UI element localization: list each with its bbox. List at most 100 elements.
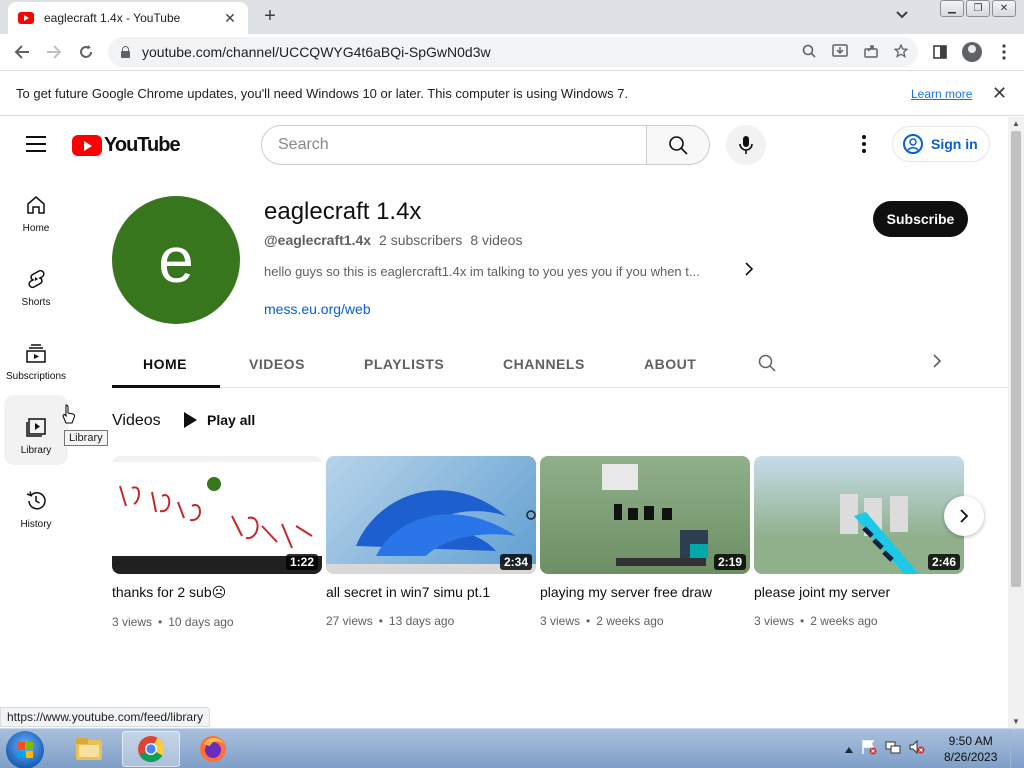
share-icon[interactable] (864, 44, 878, 61)
library-icon (24, 415, 48, 439)
reload-icon[interactable] (70, 36, 102, 68)
video-card[interactable]: 1:22 thanks for 2 sub☹ 3 views • 10 days … (112, 456, 322, 629)
video-thumbnail[interactable]: 2:34 (326, 456, 536, 574)
video-title[interactable]: please joint my server (754, 584, 964, 600)
new-tab-button[interactable]: + (258, 4, 282, 28)
browser-tab[interactable]: eaglecraft 1.4x - YouTube ✕ (8, 2, 248, 34)
minimize-button[interactable]: ▁ (940, 0, 964, 17)
bookmark-star-icon[interactable] (893, 43, 909, 61)
toolbar-right (930, 36, 1014, 68)
meta-dot: • (158, 615, 163, 629)
scroll-down-arrow-icon[interactable]: ▼ (1008, 717, 1024, 726)
channel-avatar: e (112, 196, 240, 324)
video-meta: 3 views • 2 weeks ago (754, 614, 964, 628)
video-thumbnail[interactable]: 1:22 (112, 456, 322, 574)
guide-label-history: History (20, 519, 52, 530)
video-meta: 3 views • 10 days ago (112, 615, 322, 629)
youtube-masthead: YouTube Search Sign in (0, 117, 1008, 173)
description-more-chevron-icon[interactable] (744, 262, 754, 281)
tray-expand-icon[interactable] (845, 742, 853, 756)
tab-home[interactable]: HOME (143, 356, 187, 372)
meta-dot: • (378, 614, 383, 628)
omnibox-icons (802, 43, 909, 61)
video-title[interactable]: all secret in win7 simu pt.1 (326, 584, 536, 600)
video-age: 2 weeks ago (810, 614, 878, 628)
tab-close-icon[interactable]: ✕ (222, 10, 238, 27)
play-all-button[interactable]: Play all (184, 412, 255, 428)
side-panel-icon[interactable] (930, 36, 950, 68)
guide-item-home[interactable]: Home (4, 173, 68, 243)
video-title[interactable]: playing my server free draw (540, 584, 750, 600)
tabs-scroll-right-chevron-icon[interactable] (932, 354, 942, 373)
url-text[interactable]: youtube.com/channel/UCCQWYG4t6aBQi-SpGwN… (142, 44, 491, 60)
guide-item-shorts[interactable]: Shorts (4, 247, 68, 317)
infobar-close-icon[interactable]: ✕ (992, 83, 1007, 104)
channel-link[interactable]: mess.eu.org/web (264, 301, 371, 317)
tab-playlists[interactable]: PLAYLISTS (364, 356, 444, 372)
forward-arrow-icon[interactable] (38, 36, 70, 68)
menu-hamburger-icon[interactable] (26, 136, 46, 152)
channel-search-icon[interactable] (758, 354, 776, 372)
video-age: 13 days ago (388, 614, 455, 628)
guide-item-subscriptions[interactable]: Subscriptions (4, 321, 68, 391)
search-button[interactable] (646, 125, 710, 165)
learn-more-link[interactable]: Learn more (911, 87, 972, 101)
network-icon[interactable] (885, 739, 901, 758)
meta-dot: • (586, 614, 591, 628)
subscribe-button[interactable]: Subscribe (873, 201, 968, 237)
scrollbar-thumb[interactable] (1011, 131, 1021, 587)
install-app-icon[interactable] (832, 44, 848, 61)
zoom-search-icon[interactable] (802, 44, 816, 61)
tab-about[interactable]: ABOUT (644, 356, 696, 372)
video-card[interactable]: 2:19 playing my server free draw 3 views… (540, 456, 750, 628)
settings-kebab-icon[interactable] (856, 135, 872, 155)
youtube-play-logo-icon (72, 135, 102, 156)
taskbar-clock[interactable]: 9:50 AM 8/26/2023 (944, 733, 997, 765)
sign-in-label: Sign in (931, 136, 978, 152)
account-circle-icon (903, 134, 923, 154)
video-card[interactable]: 2:46 please joint my server 3 views • 2 w… (754, 456, 964, 628)
youtube-logo-text: YouTube (104, 134, 181, 156)
home-icon (24, 193, 48, 217)
action-center-flag-icon[interactable] (861, 739, 877, 758)
chrome-icon (138, 736, 165, 763)
taskbar-explorer[interactable] (60, 731, 118, 767)
sign-in-button[interactable]: Sign in (892, 126, 990, 162)
taskbar-firefox[interactable] (184, 731, 242, 767)
video-views: 3 views (754, 614, 795, 628)
shelf-title[interactable]: Videos (112, 412, 161, 430)
tab-search-chevron-icon[interactable] (896, 8, 908, 22)
video-duration: 1:22 (285, 554, 318, 570)
video-card[interactable]: 2:34 all secret in win7 simu pt.1 27 vie… (326, 456, 536, 628)
voice-search-button[interactable] (726, 125, 766, 165)
video-meta: 27 views • 13 days ago (326, 614, 536, 628)
shelf-next-chevron-icon[interactable] (944, 496, 984, 536)
volume-muted-icon[interactable] (909, 739, 925, 758)
chrome-menu-icon[interactable] (994, 36, 1014, 68)
video-thumbnail[interactable]: 2:19 (540, 456, 750, 574)
close-window-button[interactable]: ✕ (992, 0, 1016, 17)
address-bar[interactable]: youtube.com/channel/UCCQWYG4t6aBQi-SpGwN… (108, 37, 918, 67)
restore-button[interactable]: ❐ (966, 0, 990, 17)
tab-channels[interactable]: CHANNELS (503, 356, 585, 372)
back-arrow-icon[interactable] (6, 36, 38, 68)
start-button[interactable] (6, 731, 44, 768)
tab-videos[interactable]: VIDEOS (249, 356, 305, 372)
profile-icon[interactable] (962, 36, 982, 68)
active-tab-underline (112, 385, 220, 388)
show-desktop-button[interactable] (1010, 729, 1024, 768)
channel-handle: @eaglecraft1.4x (264, 232, 372, 248)
taskbar-chrome[interactable] (122, 731, 180, 767)
lock-icon[interactable] (120, 46, 130, 58)
youtube-logo[interactable]: YouTube (72, 134, 181, 157)
firefox-icon (200, 736, 226, 762)
video-duration: 2:34 (499, 554, 532, 570)
channel-description[interactable]: hello guys so this is eaglercraft1.4x im… (264, 264, 734, 279)
video-title[interactable]: thanks for 2 sub☹ (112, 584, 322, 601)
scroll-up-arrow-icon[interactable]: ▲ (1008, 119, 1024, 128)
search-input[interactable]: Search (261, 125, 647, 165)
video-thumbnail[interactable]: 2:46 (754, 456, 964, 574)
guide-item-history[interactable]: History (4, 469, 68, 539)
page-scrollbar[interactable]: ▲ ▼ (1008, 117, 1024, 728)
guide-item-library[interactable]: Library (4, 395, 68, 465)
